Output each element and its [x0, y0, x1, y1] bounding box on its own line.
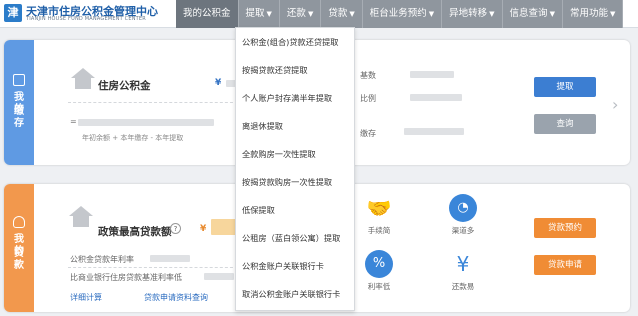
loan-docs-link[interactable]: 贷款申请资料查询: [144, 292, 208, 303]
divider: [68, 267, 238, 268]
caret-down-icon: ▼: [549, 10, 555, 18]
feature-label: 利率低: [367, 282, 391, 291]
divider: [68, 102, 238, 103]
feature-easy-repay: ¥ 还款易: [440, 250, 486, 292]
handshake-icon: 🤝: [366, 196, 392, 220]
deposit-icon: [13, 74, 25, 86]
feature-label: 还款易: [451, 282, 475, 291]
nav-label: 还款: [286, 8, 306, 19]
yen-hand-icon: ¥: [456, 252, 470, 276]
nav-label: 提取: [245, 8, 265, 19]
chevron-right-icon[interactable]: ›: [612, 95, 618, 114]
withdraw-dropdown-menu: 公积金(组合)贷款还贷提取 按揭贷款还贷提取 个人账户封存满半年提取 离退休提取…: [235, 27, 355, 311]
caret-down-icon: ▼: [349, 10, 355, 18]
feature-simple: 🤝 手续简: [356, 194, 402, 236]
withdraw-button[interactable]: 提取: [534, 77, 596, 97]
menu-item[interactable]: 按揭贷款购房一次性提取: [242, 176, 332, 188]
loan-side-tab: 我的 贷款: [4, 184, 34, 312]
deposit-value-masked: [404, 128, 464, 135]
nav-label: 异地转移: [449, 8, 488, 19]
deposit-side-tab: 我的 缴存: [4, 40, 34, 165]
menu-item[interactable]: 个人账户封存满半年提取: [242, 92, 332, 104]
loan-apply-button[interactable]: 贷款申请: [534, 255, 596, 275]
rate-label: 公积金贷款年利率: [70, 255, 134, 264]
base-label: 基数: [360, 71, 376, 80]
max-loan-title: 政策最高贷款额: [98, 226, 172, 238]
compare-value-masked: [204, 273, 234, 280]
house-icon: [68, 206, 94, 228]
deposit-label: 缴存: [360, 129, 376, 138]
menu-item[interactable]: 离退休提取: [242, 120, 283, 132]
feature-channels: ◔ 渠道多: [440, 194, 486, 236]
menu-item[interactable]: 取消公积金账户关联银行卡: [242, 288, 340, 300]
caret-down-icon: ▼: [609, 10, 616, 18]
house-icon: [70, 68, 96, 90]
site-subtitle: TIANJIN HOUSE FUND MANAGEMENT CENTER: [26, 16, 146, 22]
percent-icon: %: [365, 250, 393, 278]
fund-logo-icon: 津: [4, 4, 22, 22]
money-bag-icon: [13, 216, 25, 228]
rate-value-masked: [150, 255, 190, 262]
help-icon[interactable]: ?: [170, 223, 181, 234]
formula-prefix: =: [70, 117, 77, 126]
feature-low-rate: % 利率低: [356, 250, 402, 292]
side-label: 贷款: [14, 248, 24, 271]
feature-label: 手续简: [367, 226, 391, 235]
menu-item[interactable]: 全款购房一次性提取: [242, 148, 316, 160]
nav-info-query[interactable]: 信息查询 ▼: [502, 0, 563, 28]
clock-icon: ◔: [449, 194, 477, 222]
top-bar: 津 天津市住房公积金管理中心 TIANJIN HOUSE FUND MANAGE…: [0, 0, 638, 28]
feature-label: 渠道多: [451, 226, 475, 235]
caret-down-icon: ▼: [307, 10, 314, 18]
nav-withdraw[interactable]: 提取 ▼: [238, 0, 280, 28]
caret-down-icon: ▼: [428, 10, 435, 18]
nav-label: 我的公积金: [183, 8, 231, 19]
caret-down-icon: ▼: [266, 10, 272, 18]
caret-down-icon: ▼: [489, 10, 495, 18]
nav-label: 贷款: [328, 8, 348, 19]
site-logo[interactable]: 津 天津市住房公积金管理中心 TIANJIN HOUSE FUND MANAGE…: [4, 3, 174, 25]
nav-my-fund[interactable]: 我的公积金: [176, 0, 239, 28]
fund-title: 住房公积金: [98, 80, 151, 92]
side-label: 缴存: [14, 106, 24, 129]
nav-label: 信息查询: [509, 8, 548, 19]
loan-appointment-button[interactable]: 贷款预约: [534, 218, 596, 238]
nav-repay[interactable]: 还款 ▼: [279, 0, 322, 28]
nav-loan[interactable]: 贷款 ▼: [321, 0, 363, 28]
detail-calc-link[interactable]: 详细计算: [70, 292, 102, 303]
menu-item[interactable]: 按揭贷款还贷提取: [242, 64, 308, 76]
ratio-value-masked: [410, 94, 462, 101]
nav-label: 常用功能: [569, 8, 608, 19]
compare-label: 比商业银行住房贷款基准利率低: [70, 273, 182, 282]
menu-item[interactable]: 公积金(组合)贷款还贷提取: [242, 36, 338, 48]
nav-counter-booking[interactable]: 柜台业务预约 ▼: [362, 0, 443, 28]
formula-legend: 年初余额 + 本年缴存 - 本年提取: [82, 134, 184, 142]
currency-symbol: ¥: [200, 224, 207, 234]
currency-symbol: ¥: [215, 78, 222, 88]
formula-values-masked: [78, 119, 214, 126]
nav-label: 柜台业务预约: [369, 8, 427, 19]
ratio-label: 比例: [360, 94, 376, 103]
query-button[interactable]: 查询: [534, 114, 596, 134]
menu-item[interactable]: 公积金账户关联银行卡: [242, 260, 324, 272]
menu-item[interactable]: 低保提取: [242, 204, 275, 216]
base-value-masked: [410, 71, 454, 78]
main-nav: 我的公积金 提取 ▼ 还款 ▼ 贷款 ▼ 柜台业务预约 ▼ 异地转移 ▼ 信息查询 ▼ 常用…: [176, 0, 624, 28]
nav-common[interactable]: 常用功能 ▼: [562, 0, 624, 28]
nav-transfer[interactable]: 异地转移 ▼: [442, 0, 503, 28]
menu-item[interactable]: 公租房（蓝白领公寓）提取: [242, 232, 340, 244]
